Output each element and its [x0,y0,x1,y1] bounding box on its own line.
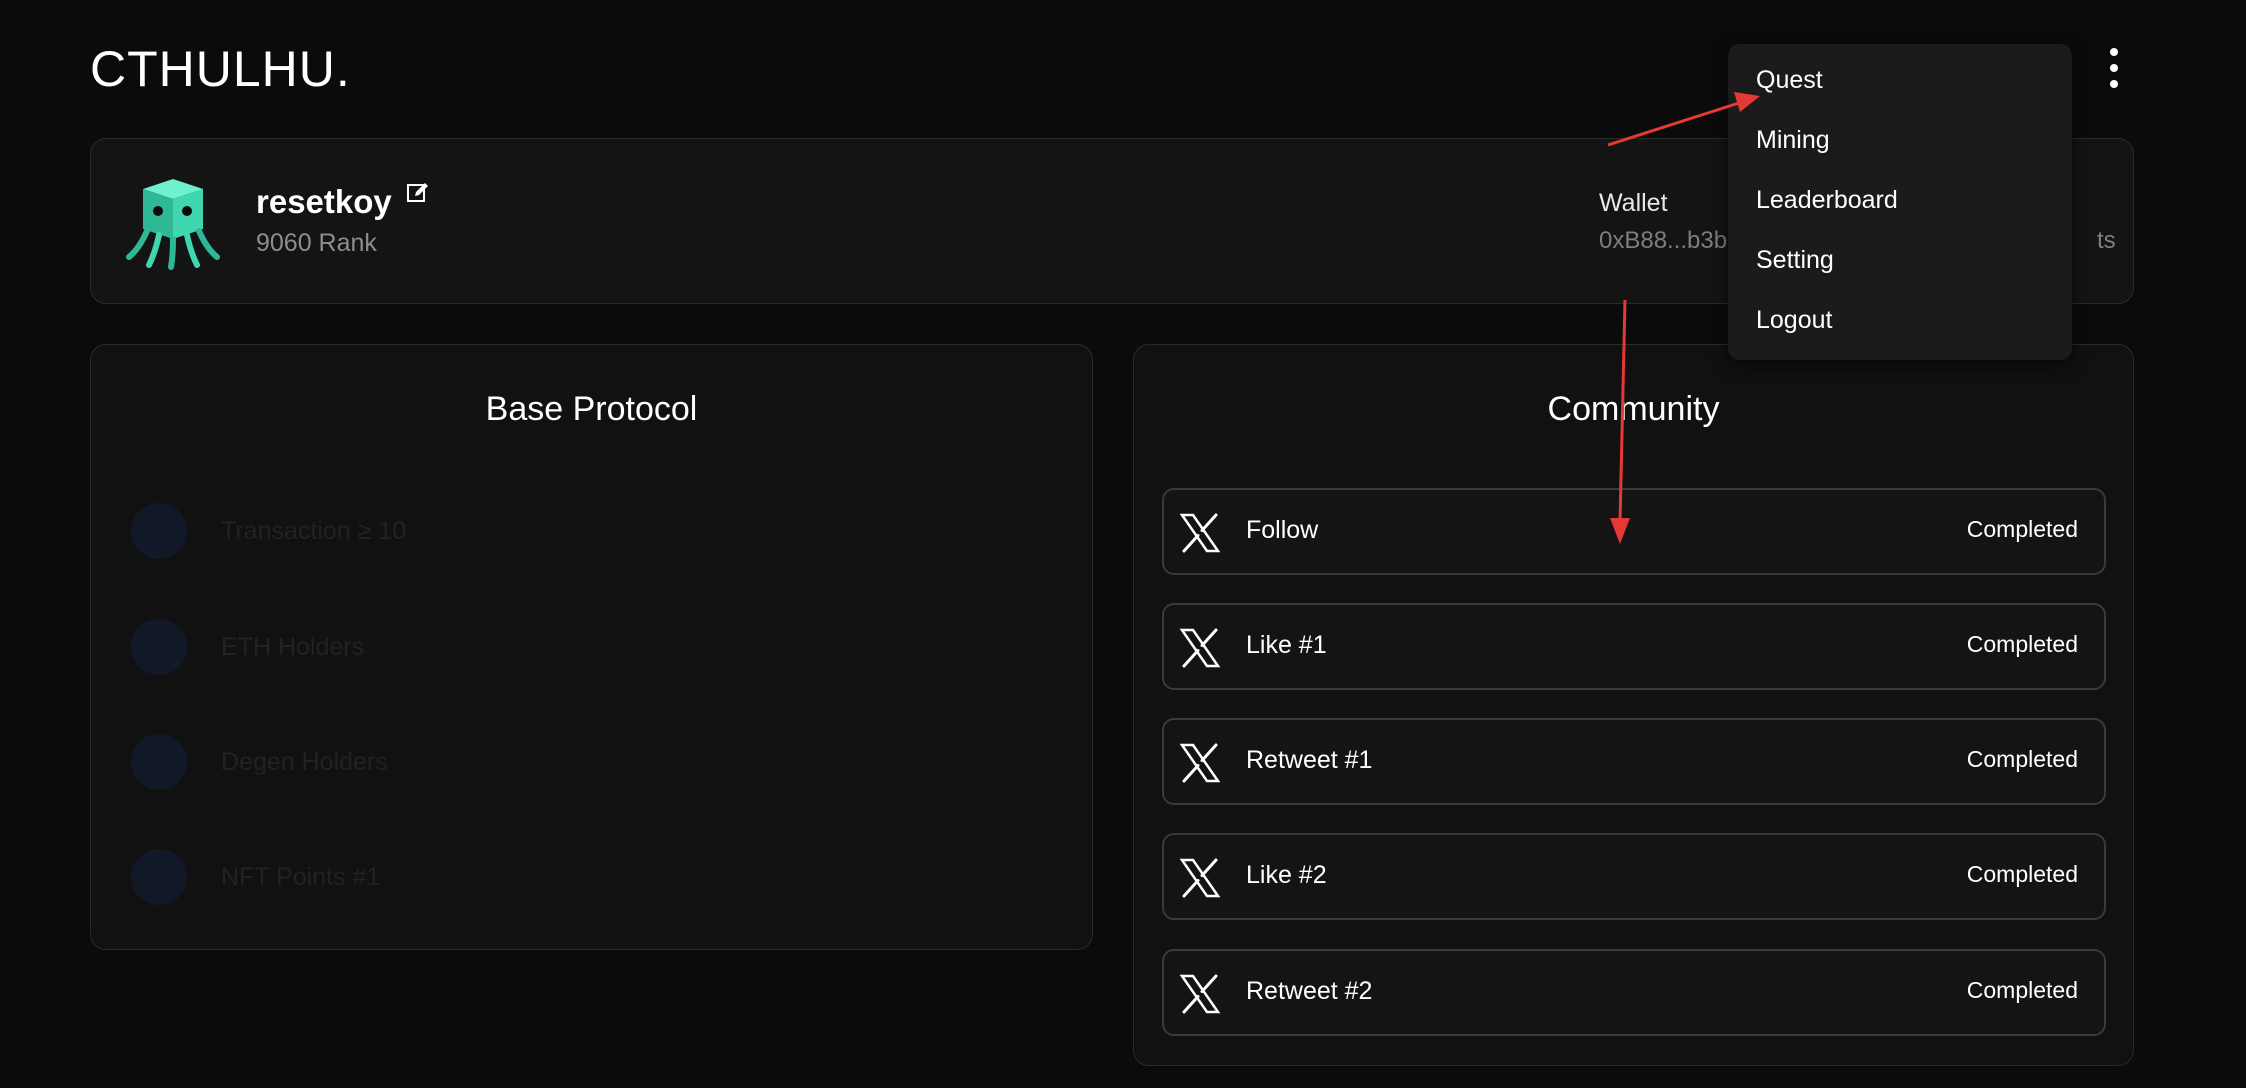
wallet-label: Wallet [1599,189,1668,217]
community-task-retweet-1[interactable]: Retweet #1 Completed [1162,718,2106,805]
base-icon [131,849,187,905]
x-logo-icon [1179,513,1221,553]
quest-item-label: ETH Holders [221,632,365,661]
kebab-dot [2110,64,2118,72]
dropdown-menu: Quest Mining Leaderboard Setting Logout [1728,44,2072,360]
x-logo-icon [1179,743,1221,783]
quest-item-label: Transaction ≥ 10 [221,516,407,545]
quest-item: NFT Points #1 [131,847,380,907]
task-status: Completed [1966,861,2078,887]
x-logo-icon [1179,628,1221,668]
menu-item-quest[interactable]: Quest [1756,66,1823,95]
community-task-like-2[interactable]: Like #2 Completed [1162,833,2106,920]
community-panel: Community Follow Completed Like #1 Compl… [1133,344,2134,1066]
task-label: Follow [1246,516,1319,544]
task-status: Completed [1966,631,2078,657]
task-label: Retweet #1 [1246,746,1373,774]
community-task-like-1[interactable]: Like #1 Completed [1162,603,2106,690]
rank-text: 9060 Rank [256,229,377,257]
x-logo-icon [1179,974,1221,1014]
community-task-follow[interactable]: Follow Completed [1162,488,2106,575]
task-status: Completed [1966,746,2078,772]
base-icon [131,503,187,559]
base-protocol-panel: Base Protocol Transaction ≥ 10 ETH Holde… [90,344,1093,950]
menu-item-mining[interactable]: Mining [1756,126,1830,155]
menu-item-logout[interactable]: Logout [1756,306,1832,335]
quest-item-label: NFT Points #1 [221,862,381,891]
base-protocol-title: Base Protocol [485,390,698,428]
task-status: Completed [1966,516,2078,542]
base-icon [131,619,187,675]
community-title: Community [1547,390,1720,428]
kebab-dot [2110,48,2118,56]
points-label-fragment: ts [2097,227,2116,254]
community-task-retweet-2[interactable]: Retweet #2 Completed [1162,949,2106,1036]
avatar [126,179,220,270]
quest-item: Degen Holders [131,732,388,792]
task-status: Completed [1966,977,2078,1003]
task-label: Like #2 [1246,861,1327,889]
app-logo[interactable]: CTHULHU. [90,40,351,98]
quest-item-label: Degen Holders [221,747,388,776]
menu-item-setting[interactable]: Setting [1756,246,1834,275]
more-menu-button[interactable] [2104,48,2124,88]
task-label: Like #1 [1246,631,1327,659]
kebab-dot [2110,80,2118,88]
menu-item-leaderboard[interactable]: Leaderboard [1756,186,1898,215]
base-icon [131,734,187,790]
quest-item: ETH Holders [131,617,364,677]
quest-item: Transaction ≥ 10 [131,501,406,561]
x-logo-icon [1179,858,1221,898]
task-label: Retweet #2 [1246,977,1373,1005]
wallet-address: 0xB88...b3b [1599,227,1728,254]
edit-icon[interactable] [406,181,430,205]
username: resetkoy [256,183,392,220]
